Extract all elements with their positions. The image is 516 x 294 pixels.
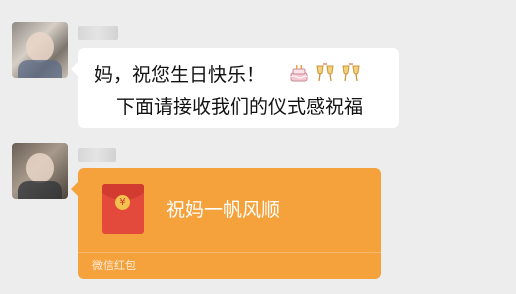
sender-avatar[interactable] — [12, 22, 68, 78]
message-text-line1: 妈，祝您生日快乐！ — [94, 64, 266, 86]
avatar-body-blur — [18, 60, 62, 78]
sender-name-redacted — [78, 26, 118, 40]
avatar-body-blur — [18, 181, 62, 199]
message-text-line2: 下面请接收我们的仪式感祝福 — [116, 96, 364, 118]
red-packet-divider — [78, 252, 381, 253]
sender-avatar[interactable] — [12, 143, 68, 199]
cheers-emoji — [342, 63, 360, 82]
red-packet-label: 微信红包 — [92, 259, 136, 272]
avatar-face-blur — [26, 153, 54, 183]
envelope-seal-icon: ¥ — [115, 195, 130, 210]
avatar-face-blur — [26, 32, 54, 62]
cheers-emoji — [316, 63, 334, 82]
cake-emoji — [290, 65, 308, 82]
emoji-row — [288, 62, 362, 84]
red-packet-title: 祝妈一帆风顺 — [166, 199, 281, 221]
message-bubble[interactable]: 妈，祝您生日快乐！ 下面请接收我们的仪式感祝福 — [71, 48, 399, 128]
red-envelope-icon: ¥ — [102, 184, 144, 234]
red-packet-card[interactable]: ¥ 祝妈一帆风顺 微信红包 — [71, 168, 381, 279]
sender-name-redacted — [78, 148, 116, 162]
